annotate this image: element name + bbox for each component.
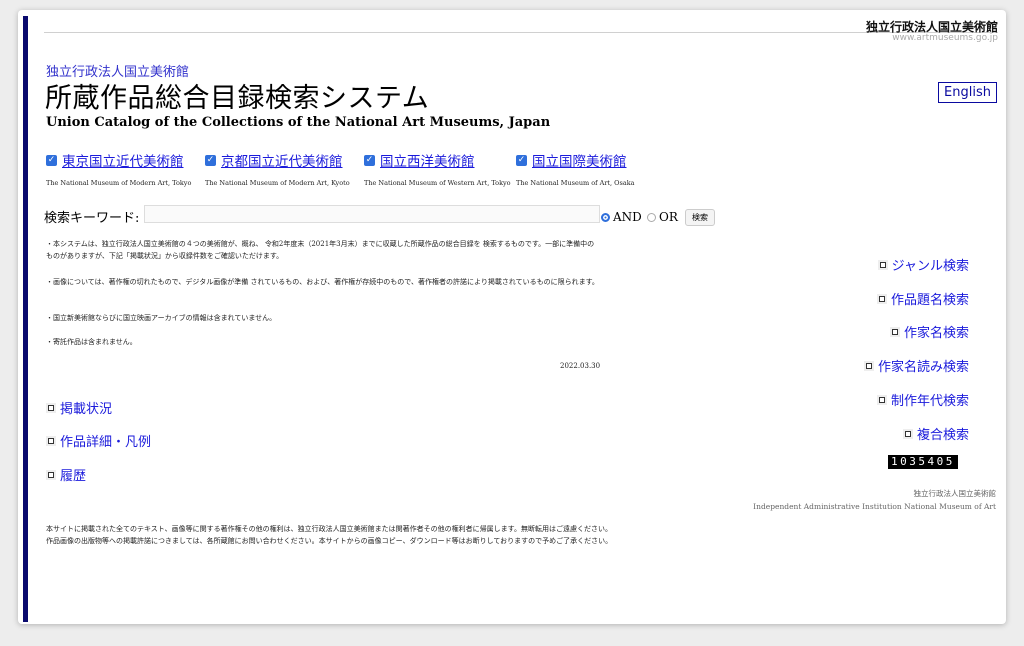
- link-history[interactable]: 履歴: [46, 465, 86, 484]
- or-radio[interactable]: OR: [647, 210, 678, 224]
- museum-link[interactable]: 東京国立近代美術館: [62, 150, 184, 170]
- museum-western-art: ✓ 国立西洋美術館 The National Museum of Western…: [364, 150, 511, 187]
- bullet-square-icon: [889, 326, 900, 337]
- bullet-square-icon: [863, 360, 874, 371]
- link-artist-search[interactable]: 作家名検索: [889, 322, 969, 341]
- link-label[interactable]: 作品題名検索: [891, 289, 969, 308]
- museum-link[interactable]: 京都国立近代美術館: [221, 150, 343, 170]
- bullet-square-icon: [46, 469, 56, 480]
- museum-link[interactable]: 国立国際美術館: [532, 150, 627, 170]
- copyright-line: 作品画像の出版物等への掲載許諾につきましては、各所蔵館にお問い合わせください。本…: [46, 537, 613, 545]
- link-label[interactable]: 作品詳細・凡例: [60, 431, 151, 450]
- bullet-square-icon: [46, 435, 56, 446]
- bullet-square-icon: [902, 428, 913, 439]
- museum-name-en: The National Museum of Modern Art, Tokyo: [46, 179, 192, 187]
- link-status[interactable]: 掲載状況: [46, 398, 112, 417]
- search-label: 検索キーワード:: [44, 211, 140, 226]
- copyright-line: 本サイトに掲載された全てのテキスト、画像等に関する著作権その他の権利は、独立行政…: [46, 525, 612, 533]
- link-advanced-search[interactable]: 複合検索: [902, 424, 969, 443]
- radio-unselected-icon[interactable]: [647, 212, 656, 222]
- link-label[interactable]: 履歴: [60, 465, 86, 484]
- notice-deposits: ・寄託作品は含まれません。: [46, 338, 137, 346]
- link-label[interactable]: 作家名読み検索: [878, 356, 969, 375]
- top-divider: [44, 32, 998, 33]
- notice-exclusions: ・国立新美術館ならびに国立映画アーカイブの情報は含まれていません。: [46, 314, 277, 322]
- checkbox-checked-icon[interactable]: ✓: [205, 154, 216, 166]
- link-label[interactable]: 制作年代検索: [891, 390, 969, 409]
- museum-tokyo-modern: ✓ 東京国立近代美術館 The National Museum of Moder…: [46, 150, 191, 187]
- museum-name-en: The National Museum of Modern Art, Kyoto: [205, 179, 350, 187]
- or-label: OR: [659, 210, 678, 224]
- footer-org-jp: 独立行政法人国立美術館: [913, 489, 997, 498]
- museum-osaka: ✓ 国立国際美術館 The National Museum of Art, Os…: [516, 150, 635, 187]
- museum-name-en: The National Museum of Western Art, Toky…: [364, 179, 511, 187]
- update-date: 2022.03.30: [560, 362, 601, 370]
- and-radio[interactable]: AND: [601, 210, 642, 224]
- link-genre-search[interactable]: ジャンル検索: [877, 255, 969, 274]
- bullet-square-icon: [876, 293, 887, 304]
- brand-url[interactable]: www.artmuseums.go.jp: [892, 33, 998, 43]
- page-subtitle-en: Union Catalog of the Collections of the …: [46, 115, 551, 130]
- and-label: AND: [613, 210, 642, 224]
- checkbox-checked-icon[interactable]: ✓: [46, 154, 57, 166]
- radio-selected-icon[interactable]: [601, 212, 610, 222]
- museum-kyoto-modern: ✓ 京都国立近代美術館 The National Museum of Moder…: [205, 150, 350, 187]
- checkbox-checked-icon[interactable]: ✓: [364, 154, 375, 166]
- search-button[interactable]: 検索: [685, 209, 715, 226]
- link-label[interactable]: 作家名検索: [904, 322, 969, 341]
- bullet-square-icon: [46, 402, 56, 413]
- link-label[interactable]: 複合検索: [917, 424, 969, 443]
- link-label[interactable]: ジャンル検索: [892, 255, 969, 274]
- copyright-notice: 本サイトに掲載された全てのテキスト、画像等に関する著作権その他の権利は、独立行政…: [46, 523, 612, 547]
- notice-images: ・画像については、著作権の切れたもので、デジタル画像が準備 されているもの、およ…: [46, 278, 599, 286]
- left-accent-bar: [23, 16, 28, 622]
- link-title-search[interactable]: 作品題名検索: [876, 289, 969, 308]
- english-button[interactable]: English: [938, 82, 997, 103]
- link-label[interactable]: 掲載状況: [60, 398, 112, 417]
- notice-scope: ・本システムは、独立行政法人国立美術館の４つの美術館が、概ね、 令和2年度末（2…: [46, 240, 595, 260]
- checkbox-checked-icon[interactable]: ✓: [516, 154, 527, 166]
- page-title: 所蔵作品総合目録検索システム: [45, 83, 430, 114]
- museum-name-en: The National Museum of Art, Osaka: [516, 179, 635, 187]
- bullet-square-icon: [877, 259, 888, 270]
- browser-page: 独立行政法人国立美術館 www.artmuseums.go.jp 独立行政法人国…: [18, 10, 1006, 624]
- footer-org-en: Independent Administrative Institution N…: [753, 502, 996, 511]
- link-period-search[interactable]: 制作年代検索: [876, 390, 969, 409]
- museum-link[interactable]: 国立西洋美術館: [380, 150, 475, 170]
- search-input[interactable]: [144, 205, 600, 223]
- visit-counter: 1035405: [888, 455, 958, 469]
- bullet-square-icon: [876, 394, 887, 405]
- link-artist-reading-search[interactable]: 作家名読み検索: [863, 356, 969, 375]
- link-details-legend[interactable]: 作品詳細・凡例: [46, 431, 151, 450]
